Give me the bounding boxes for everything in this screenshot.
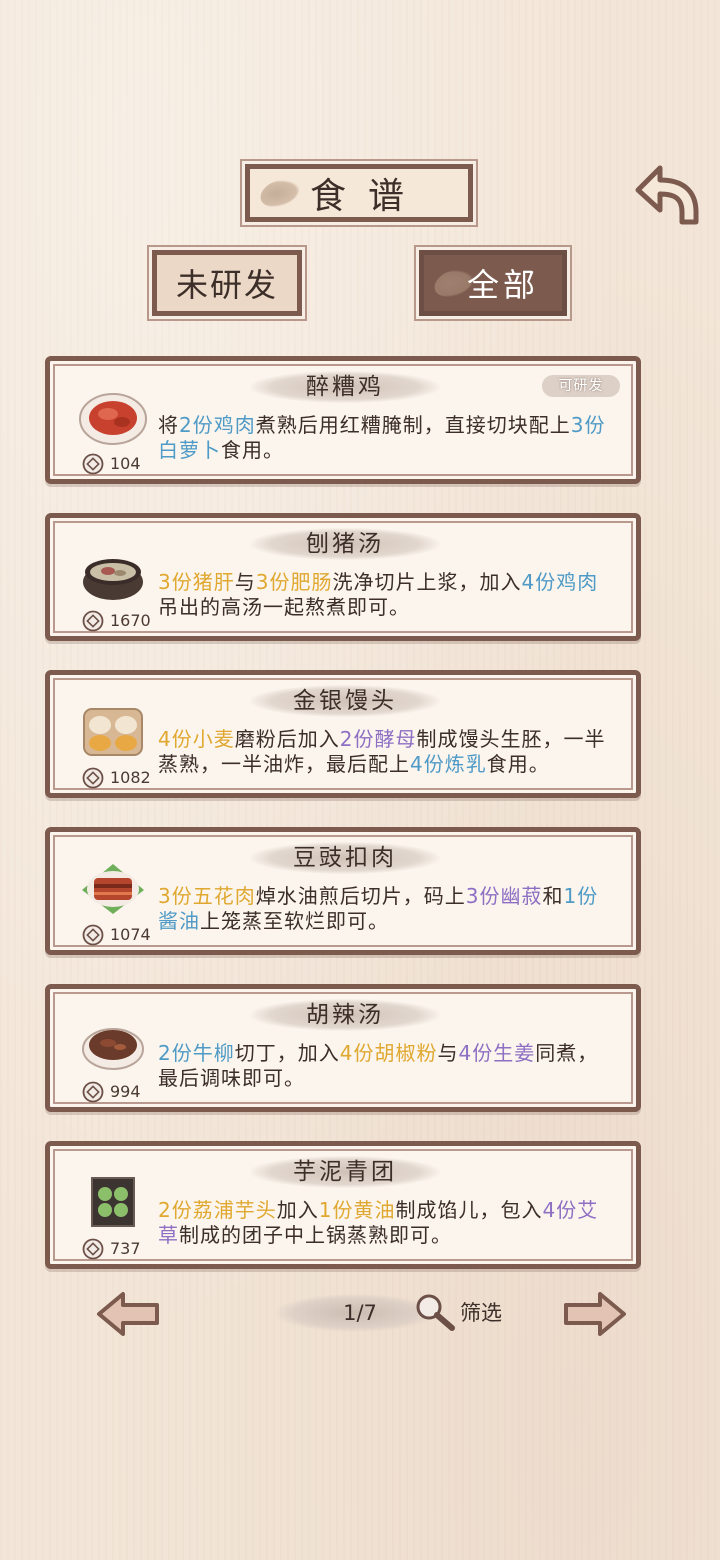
- ingredient-text: 3份肥肠: [255, 570, 333, 594]
- description-text: 磨粉后加入: [234, 727, 340, 751]
- coin-icon: [82, 1081, 104, 1103]
- previous-page-arrow-icon[interactable]: [95, 1290, 161, 1338]
- recipe-cost: 1074: [110, 925, 151, 944]
- leaf-decoration-icon: [258, 176, 302, 210]
- recipe-name: 醉糟鸡: [306, 374, 384, 400]
- recipe-cost: 1670: [110, 611, 151, 630]
- coin-icon: [82, 924, 104, 946]
- description-text: 制成馅儿，包入: [395, 1198, 543, 1222]
- description-text: 与: [437, 1041, 459, 1065]
- title-text: 食谱: [309, 176, 426, 217]
- recipe-card[interactable]: 刨猪汤 1670 3份猪肝与3份肥肠洗净切片上浆，加入4份鸡肉吊出的高汤一起熬煮即可…: [45, 513, 641, 641]
- recipe-cost: 994: [110, 1082, 141, 1101]
- recipe-cost: 104: [110, 454, 141, 473]
- filter-undeveloped-button[interactable]: 未研发: [152, 250, 302, 316]
- description-text: 洗净切片上浆，加入: [332, 570, 522, 594]
- recipe-name: 胡辣汤: [306, 1002, 384, 1028]
- recipe-card[interactable]: 豆豉扣肉 1074 3份五花肉焯水油煎后切片，码上3份幽菽和1份酱油上笼蒸至软烂即可…: [45, 827, 641, 955]
- ingredient-text: 3份幽菽: [465, 884, 543, 908]
- recipe-card[interactable]: 金银馒头 1082 4份小麦磨粉后加入2份酵母制成馒头生胚，一半蒸熟，一半油炸，最后…: [45, 670, 641, 798]
- description-text: 吊出的高汤一起熬煮即可。: [158, 595, 410, 619]
- recipe-cost: 737: [110, 1239, 141, 1258]
- recipe-card[interactable]: 胡辣汤 994 2份牛柳切丁，加入4份胡椒粉与4份生姜同煮，最后调味即可。: [45, 984, 641, 1112]
- ingredient-text: 2份荔浦芋头: [158, 1198, 277, 1222]
- next-page-arrow-icon[interactable]: [562, 1290, 628, 1338]
- description-text: 焯水油煎后切片，码上: [255, 884, 466, 908]
- ingredient-text: 2份鸡肉: [179, 413, 256, 437]
- description-text: 和: [542, 884, 564, 908]
- green-dumplings-tray-icon: [91, 1177, 135, 1227]
- ingredient-text: 2份牛柳: [158, 1041, 235, 1065]
- recipe-description: 4份小麦磨粉后加入2份酵母制成馒头生胚，一半蒸熟，一半油炸，最后配上4份炼乳食用…: [158, 727, 608, 777]
- steamed-buns-basket-icon: [83, 708, 143, 756]
- recipe-name: 刨猪汤: [306, 531, 384, 557]
- ingredient-text: 4份炼乳: [410, 752, 487, 776]
- ingredient-text: 4份胡椒粉: [339, 1041, 438, 1065]
- recipe-name: 豆豉扣肉: [293, 845, 397, 871]
- page-indicator: 1/7: [343, 1301, 377, 1325]
- recipe-description: 2份荔浦芋头加入1份黄油制成馅儿，包入4份艾草制成的团子中上锅蒸熟即可。: [158, 1198, 608, 1248]
- recipe-description: 3份五花肉焯水油煎后切片，码上3份幽菽和1份酱油上笼蒸至软烂即可。: [158, 884, 608, 934]
- description-text: 切丁，加入: [234, 1041, 340, 1065]
- coin-icon: [82, 767, 104, 789]
- spicy-soup-bowl-icon: [82, 1028, 144, 1070]
- recipe-card[interactable]: 醉糟鸡 可研发 104 将2份鸡肉煮熟后用红糟腌制，直接切块配上3份白萝卜食用。: [45, 356, 641, 484]
- description-text: 将: [158, 413, 179, 437]
- coin-icon: [82, 1238, 104, 1260]
- description-text: 食用。: [221, 438, 284, 462]
- recipe-book-title: 食谱: [245, 164, 473, 222]
- filter-all-button[interactable]: 全部: [419, 250, 567, 316]
- recipe-card[interactable]: 芋泥青团 737 2份荔浦芋头加入1份黄油制成馅儿，包入4份艾草制成的团子中上锅蒸熟…: [45, 1141, 641, 1269]
- coin-icon: [82, 610, 104, 632]
- magnifier-icon[interactable]: [412, 1292, 458, 1332]
- recipe-cost: 1082: [110, 768, 151, 787]
- ingredient-text: 3份猪肝: [158, 570, 235, 594]
- filter-all-label: 全部: [466, 266, 539, 304]
- back-arrow-icon[interactable]: [630, 160, 704, 228]
- pork-soup-pot-icon: [83, 559, 143, 600]
- recipe-description: 将2份鸡肉煮熟后用红糟腌制，直接切块配上3份白萝卜食用。: [158, 413, 608, 463]
- coin-icon: [82, 453, 104, 475]
- description-text: 煮熟后用红糟腌制，直接切块配上: [255, 413, 571, 437]
- ingredient-text: 3份五花肉: [158, 884, 256, 908]
- braised-pork-plate-icon: [82, 864, 144, 914]
- researchable-badge: 可研发: [542, 375, 620, 397]
- description-text: 加入: [276, 1198, 319, 1222]
- filter-undeveloped-label: 未研发: [175, 266, 278, 304]
- recipe-name: 芋泥青团: [293, 1159, 397, 1185]
- description-text: 与: [234, 570, 256, 594]
- ingredient-text: 4份小麦: [158, 727, 235, 751]
- ingredient-text: 4份鸡肉: [521, 570, 599, 594]
- filter-search-label[interactable]: 筛选: [460, 1298, 502, 1328]
- description-text: 上笼蒸至软烂即可。: [200, 909, 389, 933]
- recipe-description: 2份牛柳切丁，加入4份胡椒粉与4份生姜同煮，最后调味即可。: [158, 1041, 608, 1091]
- description-text: 食用。: [486, 752, 550, 776]
- ingredient-text: 4份生姜: [458, 1041, 536, 1065]
- ingredient-text: 1份黄油: [318, 1198, 396, 1222]
- red-chicken-plate-icon: [79, 393, 147, 445]
- recipe-description: 3份猪肝与3份肥肠洗净切片上浆，加入4份鸡肉吊出的高汤一起熬煮即可。: [158, 570, 608, 620]
- description-text: 制成的团子中上锅蒸熟即可。: [179, 1223, 452, 1247]
- ingredient-text: 2份酵母: [339, 727, 417, 751]
- recipe-name: 金银馒头: [293, 688, 397, 714]
